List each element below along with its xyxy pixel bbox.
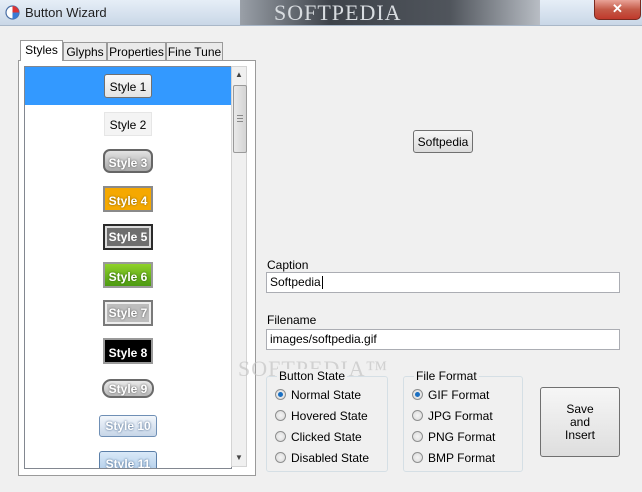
app-icon bbox=[5, 5, 20, 20]
radio-selected-icon bbox=[275, 389, 286, 400]
style-4-button: Style 4 bbox=[103, 186, 153, 212]
radio-label: Hovered State bbox=[291, 409, 368, 423]
thumb-grip-icon bbox=[237, 115, 243, 116]
style-9-button: Style 9 bbox=[102, 379, 154, 398]
style-2-button: Style 2 bbox=[104, 112, 152, 136]
style-3-button: Style 3 bbox=[103, 149, 153, 173]
radio-label: Normal State bbox=[291, 388, 362, 402]
close-button[interactable]: ✕ bbox=[594, 0, 641, 20]
styles-list[interactable]: Style 1 Style 2 Style 3 Style 4 Style 5 … bbox=[24, 66, 232, 469]
list-item[interactable]: Style 9 bbox=[25, 371, 231, 409]
radio-label: Clicked State bbox=[291, 430, 362, 444]
filename-field[interactable]: images/softpedia.gif bbox=[266, 329, 620, 350]
tab-properties[interactable]: Properties bbox=[107, 42, 166, 60]
caption-field[interactable]: Softpedia bbox=[266, 272, 620, 293]
window-title: Button Wizard bbox=[25, 5, 107, 20]
list-item[interactable]: Style 5 bbox=[25, 219, 231, 257]
scroll-down-icon[interactable]: ▼ bbox=[232, 450, 246, 466]
list-item[interactable]: Style 7 bbox=[25, 295, 231, 333]
radio-selected-icon bbox=[412, 389, 423, 400]
style-6-button: Style 6 bbox=[103, 262, 153, 288]
style-8-button: Style 8 bbox=[103, 338, 153, 364]
style-10-button: Style 10 bbox=[99, 415, 157, 437]
styles-scrollbar[interactable]: ▲ ▼ bbox=[231, 66, 247, 467]
button-state-group: Button State Normal State Hovered State … bbox=[266, 369, 388, 472]
caption-value: Softpedia bbox=[270, 275, 321, 289]
save-and-insert-button[interactable]: Save and Insert bbox=[540, 387, 620, 457]
save-label-line: Insert bbox=[564, 428, 595, 442]
radio-icon bbox=[275, 431, 286, 442]
caption-label: Caption bbox=[267, 258, 309, 272]
file-format-group: File Format GIF Format JPG Format PNG Fo… bbox=[403, 369, 523, 472]
list-item[interactable]: Style 6 bbox=[25, 257, 231, 295]
list-item[interactable]: Style 10 bbox=[25, 409, 231, 447]
button-state-legend: Button State bbox=[277, 369, 348, 383]
list-item[interactable]: Style 3 bbox=[25, 143, 231, 181]
radio-label: PNG Format bbox=[428, 430, 496, 444]
radio-icon bbox=[412, 410, 423, 421]
filename-label: Filename bbox=[267, 313, 317, 327]
thumb-grip-icon bbox=[237, 121, 243, 122]
scroll-up-icon[interactable]: ▲ bbox=[232, 67, 246, 83]
preview-button[interactable]: Softpedia bbox=[413, 130, 473, 153]
radio-label: BMP Format bbox=[428, 451, 496, 465]
list-item[interactable]: Style 4 bbox=[25, 181, 231, 219]
style-5-button: Style 5 bbox=[103, 224, 153, 250]
title-watermark: SOFTPEDIA bbox=[240, 0, 540, 25]
list-item[interactable]: Style 8 bbox=[25, 333, 231, 371]
filename-value: images/softpedia.gif bbox=[270, 332, 377, 346]
scroll-thumb[interactable] bbox=[233, 85, 247, 153]
tab-fine-tune[interactable]: Fine Tune bbox=[166, 42, 223, 60]
title-bar[interactable]: Button Wizard SOFTPEDIA ✕ bbox=[0, 0, 642, 26]
tab-glyphs[interactable]: Glyphs bbox=[63, 42, 107, 60]
radio-label: GIF Format bbox=[428, 388, 490, 402]
radio-icon bbox=[275, 410, 286, 421]
list-item[interactable]: Style 1 bbox=[25, 67, 231, 105]
style-1-button: Style 1 bbox=[104, 74, 152, 98]
text-caret bbox=[321, 276, 323, 290]
file-format-legend: File Format bbox=[414, 369, 479, 383]
radio-label: JPG Format bbox=[428, 409, 493, 423]
close-icon: ✕ bbox=[612, 1, 623, 16]
style-11-button: Style 11 bbox=[99, 451, 157, 468]
radio-icon bbox=[412, 431, 423, 442]
radio-label: Disabled State bbox=[291, 451, 370, 465]
style-7-button: Style 7 bbox=[103, 300, 153, 326]
tab-styles[interactable]: Styles bbox=[20, 40, 63, 61]
radio-icon bbox=[412, 452, 423, 463]
radio-icon bbox=[275, 452, 286, 463]
list-item[interactable]: Style 11 bbox=[25, 447, 231, 468]
list-item[interactable]: Style 2 bbox=[25, 105, 231, 143]
thumb-grip-icon bbox=[237, 118, 243, 119]
